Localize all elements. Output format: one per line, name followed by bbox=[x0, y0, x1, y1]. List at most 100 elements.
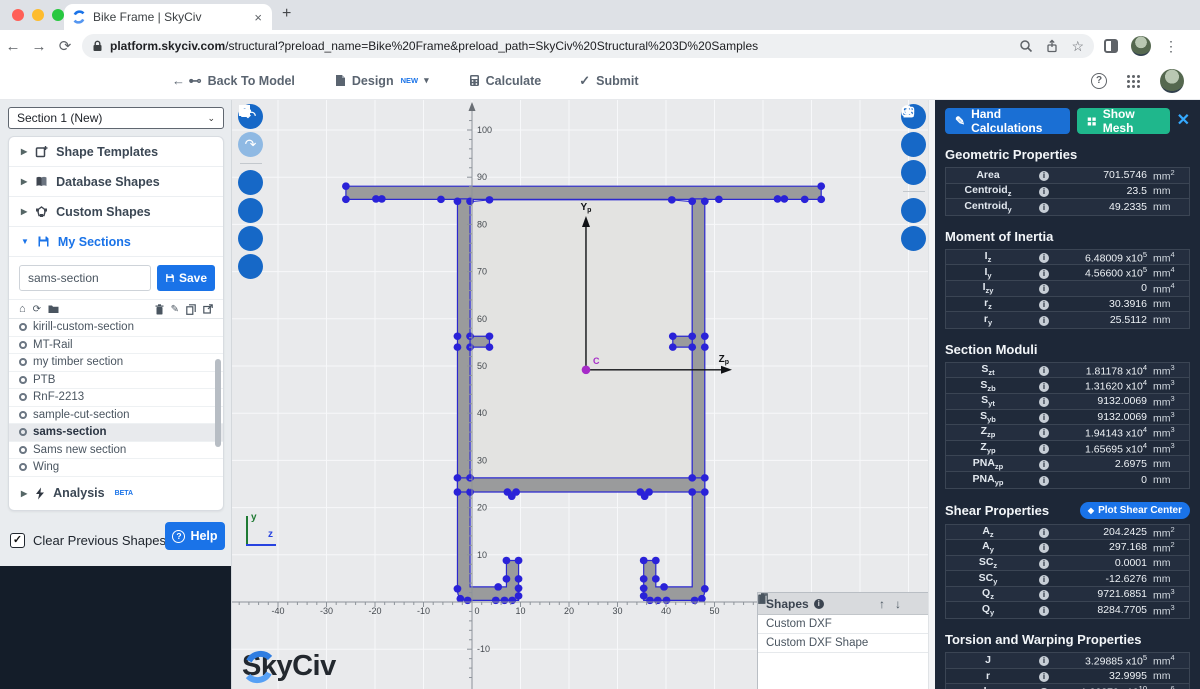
edit-pencil-icon[interactable]: ✎ bbox=[171, 304, 179, 315]
calculator-icon bbox=[469, 74, 480, 87]
section-select[interactable]: Section 1 (New) ⌄ bbox=[8, 107, 224, 129]
reload-icon[interactable]: ⟳ bbox=[52, 37, 78, 55]
screenshot-button[interactable] bbox=[901, 198, 926, 223]
back-icon[interactable]: ← bbox=[0, 38, 26, 55]
browser-tab[interactable]: Bike Frame | SkyCiv × bbox=[64, 4, 272, 30]
tab-close-icon[interactable]: × bbox=[252, 10, 264, 25]
apps-grid-icon[interactable] bbox=[1127, 75, 1140, 88]
accordion-analysis[interactable]: ▶ AnalysisBETA bbox=[9, 477, 223, 510]
dimension-button[interactable] bbox=[238, 254, 263, 279]
shape-layer-item[interactable]: Custom DXF bbox=[758, 615, 929, 634]
canvas-scrollbar-gutter[interactable] bbox=[928, 100, 935, 689]
search-icon[interactable] bbox=[1019, 39, 1033, 53]
accordion-custom-shapes[interactable]: ▶ Custom Shapes bbox=[9, 197, 223, 227]
section-list-item[interactable]: sams-section bbox=[9, 424, 223, 442]
floppy-icon bbox=[165, 273, 175, 283]
section-list-item[interactable]: kirill-custom-section bbox=[9, 319, 223, 337]
section-list-item[interactable]: RnF-2213 bbox=[9, 389, 223, 407]
share-icon[interactable] bbox=[1045, 39, 1059, 53]
info-icon[interactable]: i bbox=[1039, 460, 1049, 470]
user-avatar[interactable] bbox=[1160, 69, 1184, 93]
refresh-icon[interactable]: ⟳ bbox=[33, 304, 41, 315]
grid-snap-button[interactable] bbox=[238, 198, 263, 223]
info-icon[interactable]: i bbox=[1039, 428, 1049, 438]
info-icon[interactable]: i bbox=[1039, 476, 1049, 486]
section-list-item[interactable]: my timber section bbox=[9, 354, 223, 372]
move-up-icon[interactable]: ↑ bbox=[879, 597, 885, 611]
section-list-item[interactable]: Wing bbox=[9, 459, 223, 477]
svg-text:10: 10 bbox=[515, 606, 525, 616]
info-icon[interactable]: i bbox=[1039, 253, 1049, 263]
section-list-item[interactable]: sample-cut-section bbox=[9, 407, 223, 425]
info-icon[interactable]: i bbox=[1039, 575, 1049, 585]
open-external-icon[interactable] bbox=[203, 304, 213, 314]
property-row: ryi25.5112mm bbox=[946, 312, 1189, 328]
fillet-corner-button[interactable] bbox=[238, 226, 263, 251]
side-panel-icon[interactable] bbox=[1104, 39, 1118, 53]
window-close-button[interactable] bbox=[12, 9, 24, 21]
info-icon[interactable]: i bbox=[1039, 444, 1049, 454]
folder-icon[interactable] bbox=[48, 304, 59, 314]
calculate-button[interactable]: Calculate bbox=[469, 74, 542, 88]
plot-shear-center-button[interactable]: ◆Plot Shear Center bbox=[1080, 502, 1190, 519]
browser-menu-icon[interactable]: ⋮ bbox=[1164, 38, 1178, 55]
info-icon[interactable]: i bbox=[1039, 284, 1049, 294]
info-icon[interactable]: i bbox=[1039, 269, 1049, 279]
section-shape[interactable] bbox=[342, 182, 825, 604]
trash-icon[interactable] bbox=[155, 304, 164, 315]
close-panel-icon[interactable]: ✕ bbox=[1177, 113, 1190, 129]
info-icon[interactable]: i bbox=[1039, 382, 1049, 392]
hand-calculations-button[interactable]: ✎Hand Calculations bbox=[945, 108, 1070, 134]
section-list-item[interactable]: MT-Rail bbox=[9, 337, 223, 355]
list-scrollbar[interactable] bbox=[215, 359, 221, 447]
info-icon[interactable]: i bbox=[1039, 300, 1049, 310]
section-canvas[interactable]: -40-30-20-100102030405010090807060504030… bbox=[232, 100, 935, 689]
shapes-panel-header[interactable]: Shapes i ↑ ↓ bbox=[758, 593, 929, 615]
info-icon[interactable]: i bbox=[1039, 606, 1049, 616]
help-button[interactable]: ?Help bbox=[165, 522, 225, 550]
info-icon[interactable]: i bbox=[1039, 187, 1049, 197]
delete-button[interactable] bbox=[238, 170, 263, 195]
info-icon[interactable]: i bbox=[1039, 397, 1049, 407]
browser-profile-avatar[interactable] bbox=[1131, 36, 1151, 56]
show-mesh-button[interactable]: Show Mesh bbox=[1077, 108, 1169, 134]
section-list-item[interactable]: Sams new section bbox=[9, 442, 223, 460]
info-icon[interactable]: i bbox=[1039, 203, 1049, 213]
zoom-out-button[interactable] bbox=[901, 132, 926, 157]
move-down-icon[interactable]: ↓ bbox=[895, 597, 901, 611]
address-bar[interactable]: platform.skyciv.com/structural?preload_n… bbox=[82, 34, 1094, 58]
home-icon[interactable]: ⌂ bbox=[19, 303, 26, 315]
download-button[interactable] bbox=[901, 226, 926, 251]
accordion-database-shapes[interactable]: ▶ Database Shapes bbox=[9, 167, 223, 197]
info-icon[interactable]: i bbox=[1039, 656, 1049, 666]
section-list-item[interactable]: PTB bbox=[9, 372, 223, 390]
info-icon[interactable]: i bbox=[1039, 543, 1049, 553]
bookmark-star-icon[interactable]: ☆ bbox=[1071, 38, 1084, 55]
info-icon[interactable]: i bbox=[1039, 528, 1049, 538]
copy-icon[interactable] bbox=[186, 304, 196, 315]
info-icon[interactable]: i bbox=[1039, 559, 1049, 569]
redo-button[interactable]: ↷ bbox=[238, 132, 263, 157]
shape-layer-item[interactable]: Custom DXF Shape bbox=[758, 634, 929, 653]
info-icon[interactable]: i bbox=[1039, 316, 1049, 326]
info-icon[interactable]: i bbox=[814, 599, 824, 609]
design-menu-button[interactable]: DesignNEW ▾ bbox=[335, 74, 429, 88]
accordion-shape-templates[interactable]: ▶ Shape Templates bbox=[9, 137, 223, 167]
info-icon[interactable]: i bbox=[1039, 366, 1049, 376]
info-icon[interactable]: i bbox=[1039, 672, 1049, 682]
new-tab-button[interactable]: + bbox=[282, 5, 291, 23]
help-question-icon[interactable]: ? bbox=[1091, 73, 1107, 89]
window-maximize-button[interactable] bbox=[52, 9, 64, 21]
info-icon[interactable]: i bbox=[1039, 590, 1049, 600]
caret-right-icon: ▶ bbox=[21, 489, 27, 498]
save-section-button[interactable]: Save bbox=[157, 265, 215, 291]
info-icon[interactable]: i bbox=[1039, 413, 1049, 423]
forward-icon[interactable]: → bbox=[26, 38, 52, 55]
info-icon[interactable]: i bbox=[1039, 171, 1049, 181]
back-to-model-button[interactable]: ← ⊷ Back To Model bbox=[172, 73, 295, 89]
submit-button[interactable]: ✓ Submit bbox=[579, 73, 638, 89]
section-name-input[interactable]: sams-section bbox=[19, 265, 151, 291]
pan-button[interactable] bbox=[901, 160, 926, 185]
window-minimize-button[interactable] bbox=[32, 9, 44, 21]
accordion-my-sections[interactable]: ▼ My Sections bbox=[9, 227, 223, 257]
